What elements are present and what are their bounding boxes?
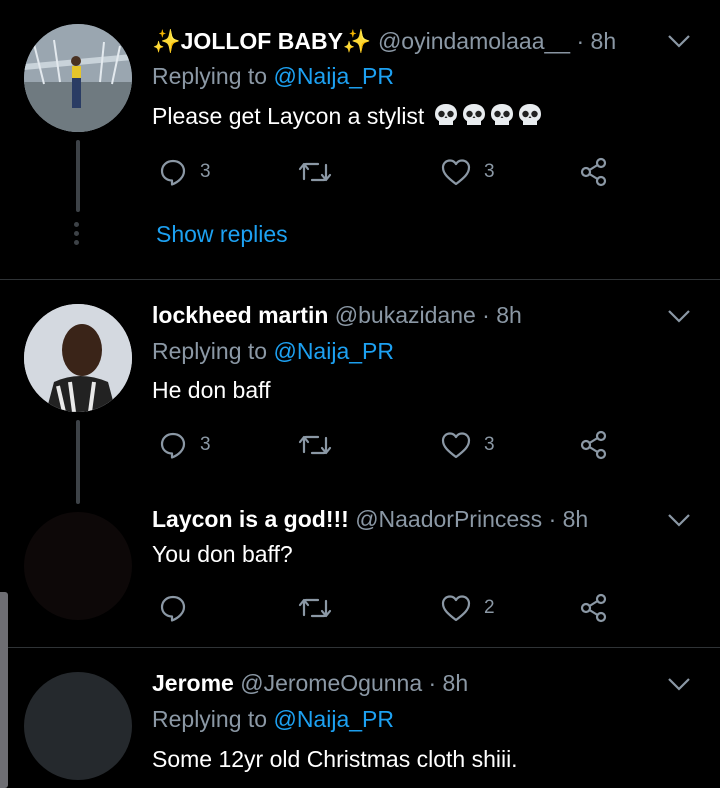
like-button[interactable]: 2: [440, 588, 495, 628]
avatar[interactable]: [24, 512, 132, 620]
tweet-actions: 3 3: [152, 425, 632, 465]
replying-to: Replying to @Naija_PR: [152, 63, 394, 89]
reply-icon: [160, 159, 186, 186]
reply-button[interactable]: 3: [158, 152, 211, 192]
skull-emoji: [434, 104, 457, 125]
reply-button[interactable]: [158, 588, 200, 628]
retweet-button[interactable]: [298, 588, 344, 628]
share-button[interactable]: [578, 152, 610, 192]
tweet-header: Jerome @JeromeOgunna · 8h: [152, 668, 468, 698]
display-name[interactable]: Laycon is a god!!!: [152, 506, 349, 532]
display-name[interactable]: ✨JOLLOF BABY✨: [152, 28, 372, 54]
tweet-actions: 2: [152, 588, 632, 628]
tweet-laycon-is-a-god[interactable]: Laycon is a god!!! @NaadorPrincess · 8h …: [0, 500, 720, 648]
thread-line: [76, 420, 80, 504]
tweet-text: You don baff?: [152, 541, 293, 567]
chevron-down-icon[interactable]: [666, 674, 692, 694]
tweet-header: Laycon is a god!!! @NaadorPrincess · 8h: [152, 504, 588, 534]
avatar[interactable]: [24, 24, 132, 132]
scroll-indicator[interactable]: [0, 592, 8, 788]
retweet-button[interactable]: [298, 425, 344, 465]
share-icon: [580, 157, 607, 187]
timestamp[interactable]: · 8h: [482, 302, 522, 328]
skull-emoji: [462, 104, 485, 125]
replying-to: Replying to @Naija_PR: [152, 338, 394, 364]
retweet-button[interactable]: [298, 152, 344, 192]
display-name[interactable]: Jerome: [152, 670, 234, 696]
like-button[interactable]: 3: [440, 152, 495, 192]
chevron-down-icon[interactable]: [666, 31, 692, 51]
like-button[interactable]: 3: [440, 425, 495, 465]
reply-icon: [160, 432, 186, 459]
reply-count: 3: [200, 161, 211, 182]
mention-link[interactable]: @Naija_PR: [273, 63, 394, 89]
tweet-lockheed-martin[interactable]: lockheed martin @bukazidane · 8h Replyin…: [0, 280, 720, 504]
replying-to: Replying to @Naija_PR: [152, 706, 394, 732]
timestamp[interactable]: · 8h: [549, 506, 589, 532]
handle[interactable]: @JeromeOgunna: [240, 670, 422, 696]
thread-line: [76, 140, 80, 212]
retweet-icon: [298, 162, 332, 182]
display-name[interactable]: lockheed martin: [152, 302, 328, 328]
mention-link[interactable]: @Naija_PR: [273, 706, 394, 732]
handle[interactable]: @oyindamolaaa__: [378, 28, 570, 54]
mention-link[interactable]: @Naija_PR: [273, 338, 394, 364]
share-button[interactable]: [578, 425, 610, 465]
skull-emoji: [490, 104, 513, 125]
share-button[interactable]: [578, 588, 610, 628]
chevron-down-icon[interactable]: [666, 510, 692, 530]
show-replies-link[interactable]: Show replies: [156, 219, 288, 249]
reply-button[interactable]: 3: [158, 425, 211, 465]
handle[interactable]: @bukazidane: [335, 302, 476, 328]
timestamp[interactable]: · 8h: [429, 670, 469, 696]
reply-count: 3: [200, 434, 211, 455]
retweet-icon: [298, 435, 332, 455]
like-icon: [441, 595, 471, 622]
tweet-jollof-baby[interactable]: ✨JOLLOF BABY✨ @oyindamolaaa__ · 8h Reply…: [0, 0, 720, 280]
skull-emoji-group: [431, 103, 543, 129]
retweet-icon: [298, 598, 332, 618]
reply-icon: [160, 595, 186, 622]
tweet-actions: 3 3: [152, 152, 632, 192]
avatar[interactable]: [24, 304, 132, 412]
tweet-header: lockheed martin @bukazidane · 8h: [152, 300, 522, 330]
tweet-text: Please get Laycon a stylist: [152, 101, 543, 131]
like-icon: [441, 432, 471, 459]
skull-emoji: [518, 104, 541, 125]
avatar[interactable]: [24, 672, 132, 780]
thread-dots: [74, 222, 79, 249]
tweet-text: Some 12yr old Christmas cloth shiii.: [152, 746, 518, 772]
like-icon: [441, 159, 471, 186]
tweet-jerome[interactable]: Jerome @JeromeOgunna · 8h Replying to @N…: [0, 648, 720, 788]
handle[interactable]: @NaadorPrincess: [355, 506, 542, 532]
timestamp[interactable]: · 8h: [577, 28, 617, 54]
like-count: 3: [484, 161, 495, 182]
share-icon: [580, 430, 607, 460]
share-icon: [580, 593, 607, 623]
chevron-down-icon[interactable]: [666, 306, 692, 326]
like-count: 3: [484, 434, 495, 455]
tweet-text: He don baff: [152, 377, 271, 403]
like-count: 2: [484, 597, 495, 618]
tweet-header: ✨JOLLOF BABY✨ @oyindamolaaa__ · 8h: [152, 26, 616, 56]
